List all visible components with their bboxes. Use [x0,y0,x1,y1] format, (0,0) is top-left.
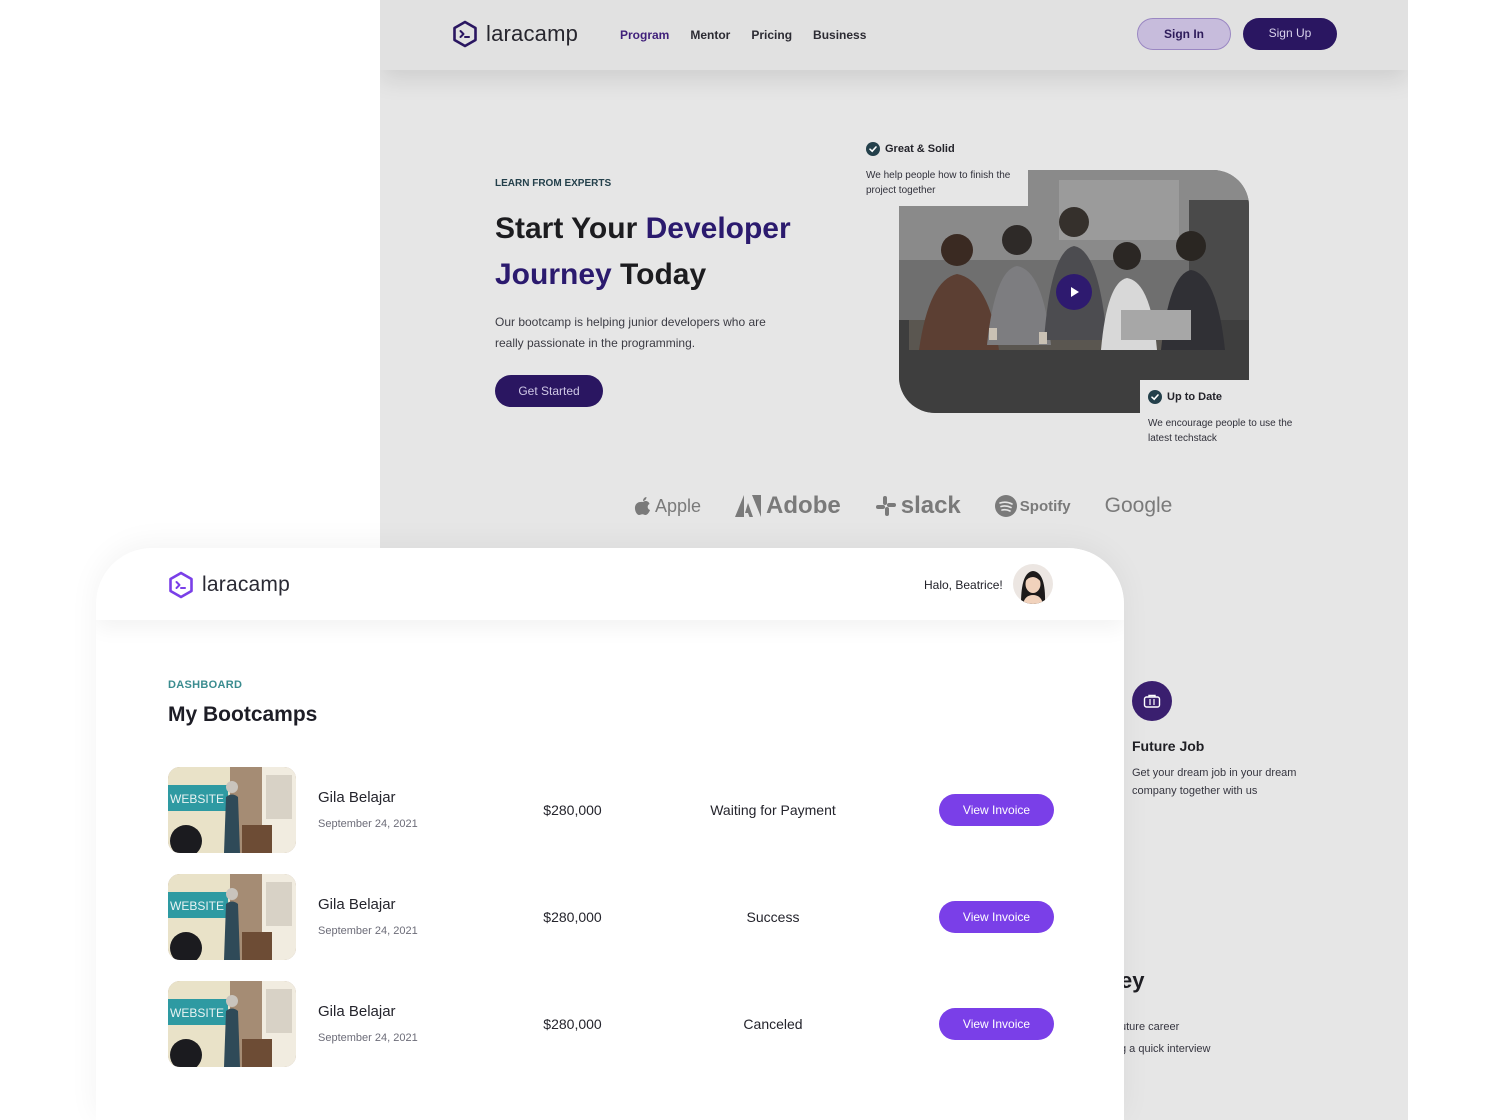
view-invoice-button[interactable]: View Invoice [939,794,1054,826]
apple-logo-icon [634,497,650,515]
callout-great-solid: Great & Solid We help people how to fini… [858,132,1028,206]
hero-title-part1: Start Your [495,212,646,245]
callout-top-text: We help people how to finish the project… [866,170,1011,196]
hero-title-part2: Today [611,258,707,291]
user-greeting: Halo, Beatrice! [924,578,1003,592]
dashboard-header: laracamp Halo, Beatrice! [96,548,1124,620]
future-job-icon-badge [1132,681,1172,721]
svg-text:WEBSITE: WEBSITE [170,792,224,806]
view-invoice-button[interactable]: View Invoice [939,901,1054,933]
dashboard-window: laracamp Halo, Beatrice! DASHBOARD My Bo… [96,548,1124,1120]
brand-apple-text: Apple [655,495,702,516]
bootcamp-row: WEBSITE Gila Belajar September 24, 2021 … [168,981,1054,1067]
callout-bottom-title: Up to Date [1167,391,1222,403]
brand-spotify-text: Spotify [1019,497,1071,515]
check-circle-icon [866,142,880,156]
svg-text:WEBSITE: WEBSITE [170,1006,224,1020]
dashboard-logo[interactable]: laracamp [168,571,290,599]
landing-logo[interactable]: laracamp [452,20,578,48]
brand-logos: Apple Adobe slack Spotify Google [634,492,1206,520]
hero-title-accent1: Developer [645,212,791,245]
bootcamp-row: WEBSITE Gila Belajar September 24, 2021 … [168,767,1054,853]
nav-mentor[interactable]: Mentor [690,28,730,42]
bootcamp-thumbnail: WEBSITE [168,874,296,960]
callout-top-title: Great & Solid [885,143,955,155]
section-text-fragment-2: g a quick interview [1120,1043,1211,1055]
callout-bottom-text: We encourage people to use the latest te… [1148,418,1293,444]
user-avatar[interactable] [1013,564,1053,604]
callout-up-to-date: Up to Date We encourage people to use th… [1140,380,1310,454]
hero-description: Our bootcamp is helping junior developer… [495,315,766,350]
bootcamp-thumbnail: WEBSITE [168,767,296,853]
bootcamp-row: WEBSITE Gila Belajar September 24, 2021 … [168,874,1054,960]
payment-status: Success [746,909,800,925]
future-job-title: Future Job [1132,738,1205,754]
bootcamp-name: Gila Belajar [318,896,396,913]
future-job-description: Get your dream job in your dream company… [1132,767,1297,797]
sign-up-button[interactable]: Sign Up [1243,18,1337,50]
svg-text:WEBSITE: WEBSITE [170,899,224,913]
brand-slack-text: slack [900,492,961,519]
bootcamp-name: Gila Belajar [318,789,396,806]
payment-status: Waiting for Payment [710,802,836,818]
hero-title-accent2: Journey [495,258,612,291]
brand-google-text: Google [1104,494,1173,517]
landing-nav-links: Program Mentor Pricing Business [620,28,866,42]
nav-business[interactable]: Business [813,28,866,42]
bootcamp-thumbnail: WEBSITE [168,981,296,1067]
bootcamp-name: Gila Belajar [318,1003,396,1020]
bootcamp-price: $280,000 [543,1016,602,1032]
hero-title: Start Your Developer Journey Today [495,206,855,298]
spotify-logo-icon [994,495,1017,517]
laracamp-logo-icon [169,571,193,599]
adobe-logo-icon [735,495,762,517]
bootcamp-price: $280,000 [543,802,602,818]
payment-status: Canceled [743,1016,803,1032]
check-circle-icon [1148,390,1162,404]
nav-program[interactable]: Program [620,28,669,42]
slack-logo-icon [875,496,896,516]
bootcamp-price: $280,000 [543,909,602,925]
brand-adobe-text: Adobe [766,492,841,519]
get-started-button[interactable]: Get Started [495,375,603,407]
landing-logo-text: laracamp [486,21,579,46]
section-text-fragment-1: uture career [1120,1021,1180,1033]
view-invoice-button[interactable]: View Invoice [939,1008,1054,1040]
brand-apple: Apple [634,496,701,517]
video-play-button[interactable] [1056,274,1092,310]
brand-slack: slack [875,492,961,520]
sign-in-button[interactable]: Sign In [1137,18,1231,50]
hero-kicker: LEARN FROM EXPERTS [495,178,612,189]
brand-spotify: Spotify [994,495,1071,517]
bootcamp-date: September 24, 2021 [318,925,418,937]
brand-google: Google [1105,494,1173,518]
bootcamp-date: September 24, 2021 [318,1032,418,1044]
laracamp-logo-icon [453,20,477,48]
dashboard-logo-text: laracamp [202,573,290,596]
nav-pricing[interactable]: Pricing [751,28,792,42]
brand-adobe: Adobe [735,492,841,520]
landing-navbar: laracamp Program Mentor Pricing Business… [380,0,1408,70]
dashboard-kicker: DASHBOARD [168,679,243,691]
dashboard-title: My Bootcamps [168,703,318,726]
bootcamp-date: September 24, 2021 [318,818,418,830]
play-icon [1071,287,1079,297]
briefcase-icon [1143,694,1161,708]
